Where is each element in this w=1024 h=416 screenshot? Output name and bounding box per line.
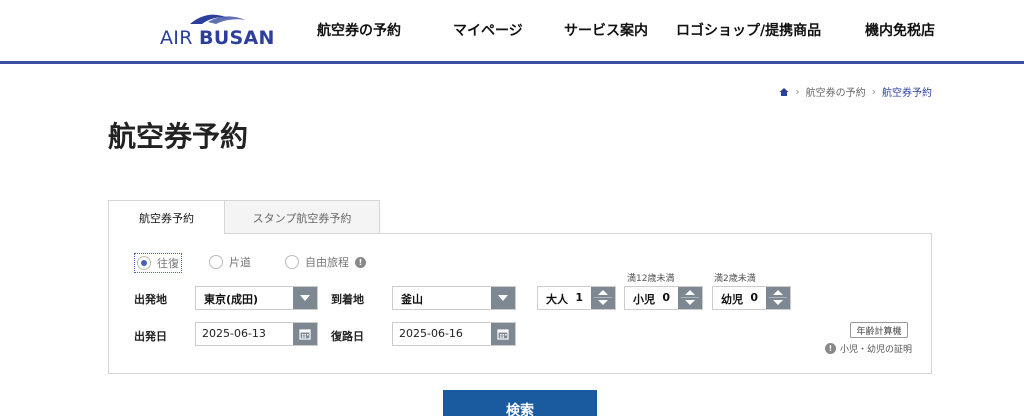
site-header: AIR BUSAN 航空券の予約 マイページ サービス案内 ロゴショップ/提携商… (0, 0, 1024, 64)
increment-icon[interactable] (598, 290, 608, 295)
nav-item-logo-shop[interactable]: ロゴショップ/提携商品 (676, 20, 821, 40)
trip-option-label: 片道 (229, 256, 251, 269)
return-date-label: 復路日 (331, 330, 364, 343)
infant-age-note: 満2歳未満 (714, 274, 756, 284)
logo-busan-text: BUSAN (199, 27, 275, 49)
nav-item-mypage[interactable]: マイページ (453, 20, 523, 40)
adult-count: 1 (575, 291, 583, 304)
adult-label: 大人 (546, 293, 568, 306)
nav-item-flight-booking[interactable]: 航空券の予約 (317, 20, 401, 40)
decrement-icon[interactable] (598, 300, 608, 305)
breadcrumb-item[interactable]: 航空券の予約 (806, 84, 866, 99)
origin-select[interactable]: 東京(成田) (195, 286, 318, 310)
calendar-icon[interactable] (491, 323, 515, 345)
trip-option-label: 往復 (157, 257, 179, 270)
decrement-icon[interactable] (773, 300, 783, 305)
logo-air-text: AIR (160, 27, 193, 49)
info-icon[interactable]: ! (355, 256, 366, 268)
radio-checked-icon[interactable] (137, 256, 151, 270)
proof-note-text: 小児・幼児の証明 (840, 345, 913, 355)
destination-label: 到着地 (331, 293, 364, 306)
nav-item-services[interactable]: サービス案内 (564, 20, 648, 40)
tab-stamp-booking[interactable]: スタンプ航空券予約 (224, 200, 380, 234)
child-age-note: 満12歳未満 (627, 274, 675, 284)
bird-logo-icon (190, 14, 246, 24)
booking-form-panel: 往復 片道 自由旅程 ! 出発地 東京(成田) 到着地 釜山 大人 1 満12歳… (108, 233, 932, 374)
origin-value: 東京(成田) (204, 293, 259, 306)
breadcrumb-current: 航空券予約 (882, 88, 932, 99)
nav-item-duty-free[interactable]: 機内免税店 (865, 20, 935, 40)
decrement-icon[interactable] (685, 300, 695, 305)
infant-count: 0 (750, 291, 758, 304)
info-icon: ! (825, 343, 836, 354)
breadcrumb: › 航空券の予約 › 航空券予約 (779, 84, 932, 99)
page-title: 航空券予約 (108, 120, 249, 153)
chevron-right-icon: › (871, 85, 876, 98)
air-busan-logo[interactable]: AIR BUSAN (160, 10, 274, 50)
child-label: 小児 (633, 293, 655, 306)
search-button[interactable]: 検索 (443, 390, 597, 416)
origin-label: 出発地 (134, 293, 167, 306)
increment-icon[interactable] (685, 290, 695, 295)
child-count: 0 (662, 291, 670, 304)
home-icon[interactable] (779, 87, 789, 97)
departure-date-label: 出発日 (134, 330, 167, 343)
tab-flight-booking[interactable]: 航空券予約 (108, 200, 225, 234)
age-calculator-button[interactable]: 年齢計算機 (850, 322, 908, 338)
proof-note[interactable]: ! 小児・幼児の証明 (825, 342, 912, 355)
destination-value: 釜山 (401, 293, 423, 306)
calendar-icon[interactable] (293, 323, 317, 345)
departure-date-value: 2025-06-13 (202, 327, 266, 340)
radio-icon[interactable] (285, 255, 299, 269)
infant-label: 幼児 (721, 293, 743, 306)
increment-icon[interactable] (773, 290, 783, 295)
trip-option-oneway[interactable]: 片道 (209, 254, 251, 270)
infant-stepper[interactable]: 幼児 0 (712, 286, 791, 310)
trip-option-label: 自由旅程 (305, 256, 349, 269)
chevron-down-icon[interactable] (293, 287, 317, 309)
trip-option-multicity[interactable]: 自由旅程 ! (285, 254, 366, 270)
chevron-down-icon[interactable] (491, 287, 515, 309)
chevron-right-icon: › (795, 85, 800, 98)
destination-select[interactable]: 釜山 (392, 286, 516, 310)
departure-date-input[interactable]: 2025-06-13 (195, 322, 318, 346)
return-date-value: 2025-06-16 (399, 327, 463, 340)
trip-option-roundtrip[interactable]: 往復 (134, 253, 182, 273)
return-date-input[interactable]: 2025-06-16 (392, 322, 516, 346)
adult-stepper[interactable]: 大人 1 (537, 286, 616, 310)
radio-icon[interactable] (209, 255, 223, 269)
child-stepper[interactable]: 小児 0 (624, 286, 703, 310)
